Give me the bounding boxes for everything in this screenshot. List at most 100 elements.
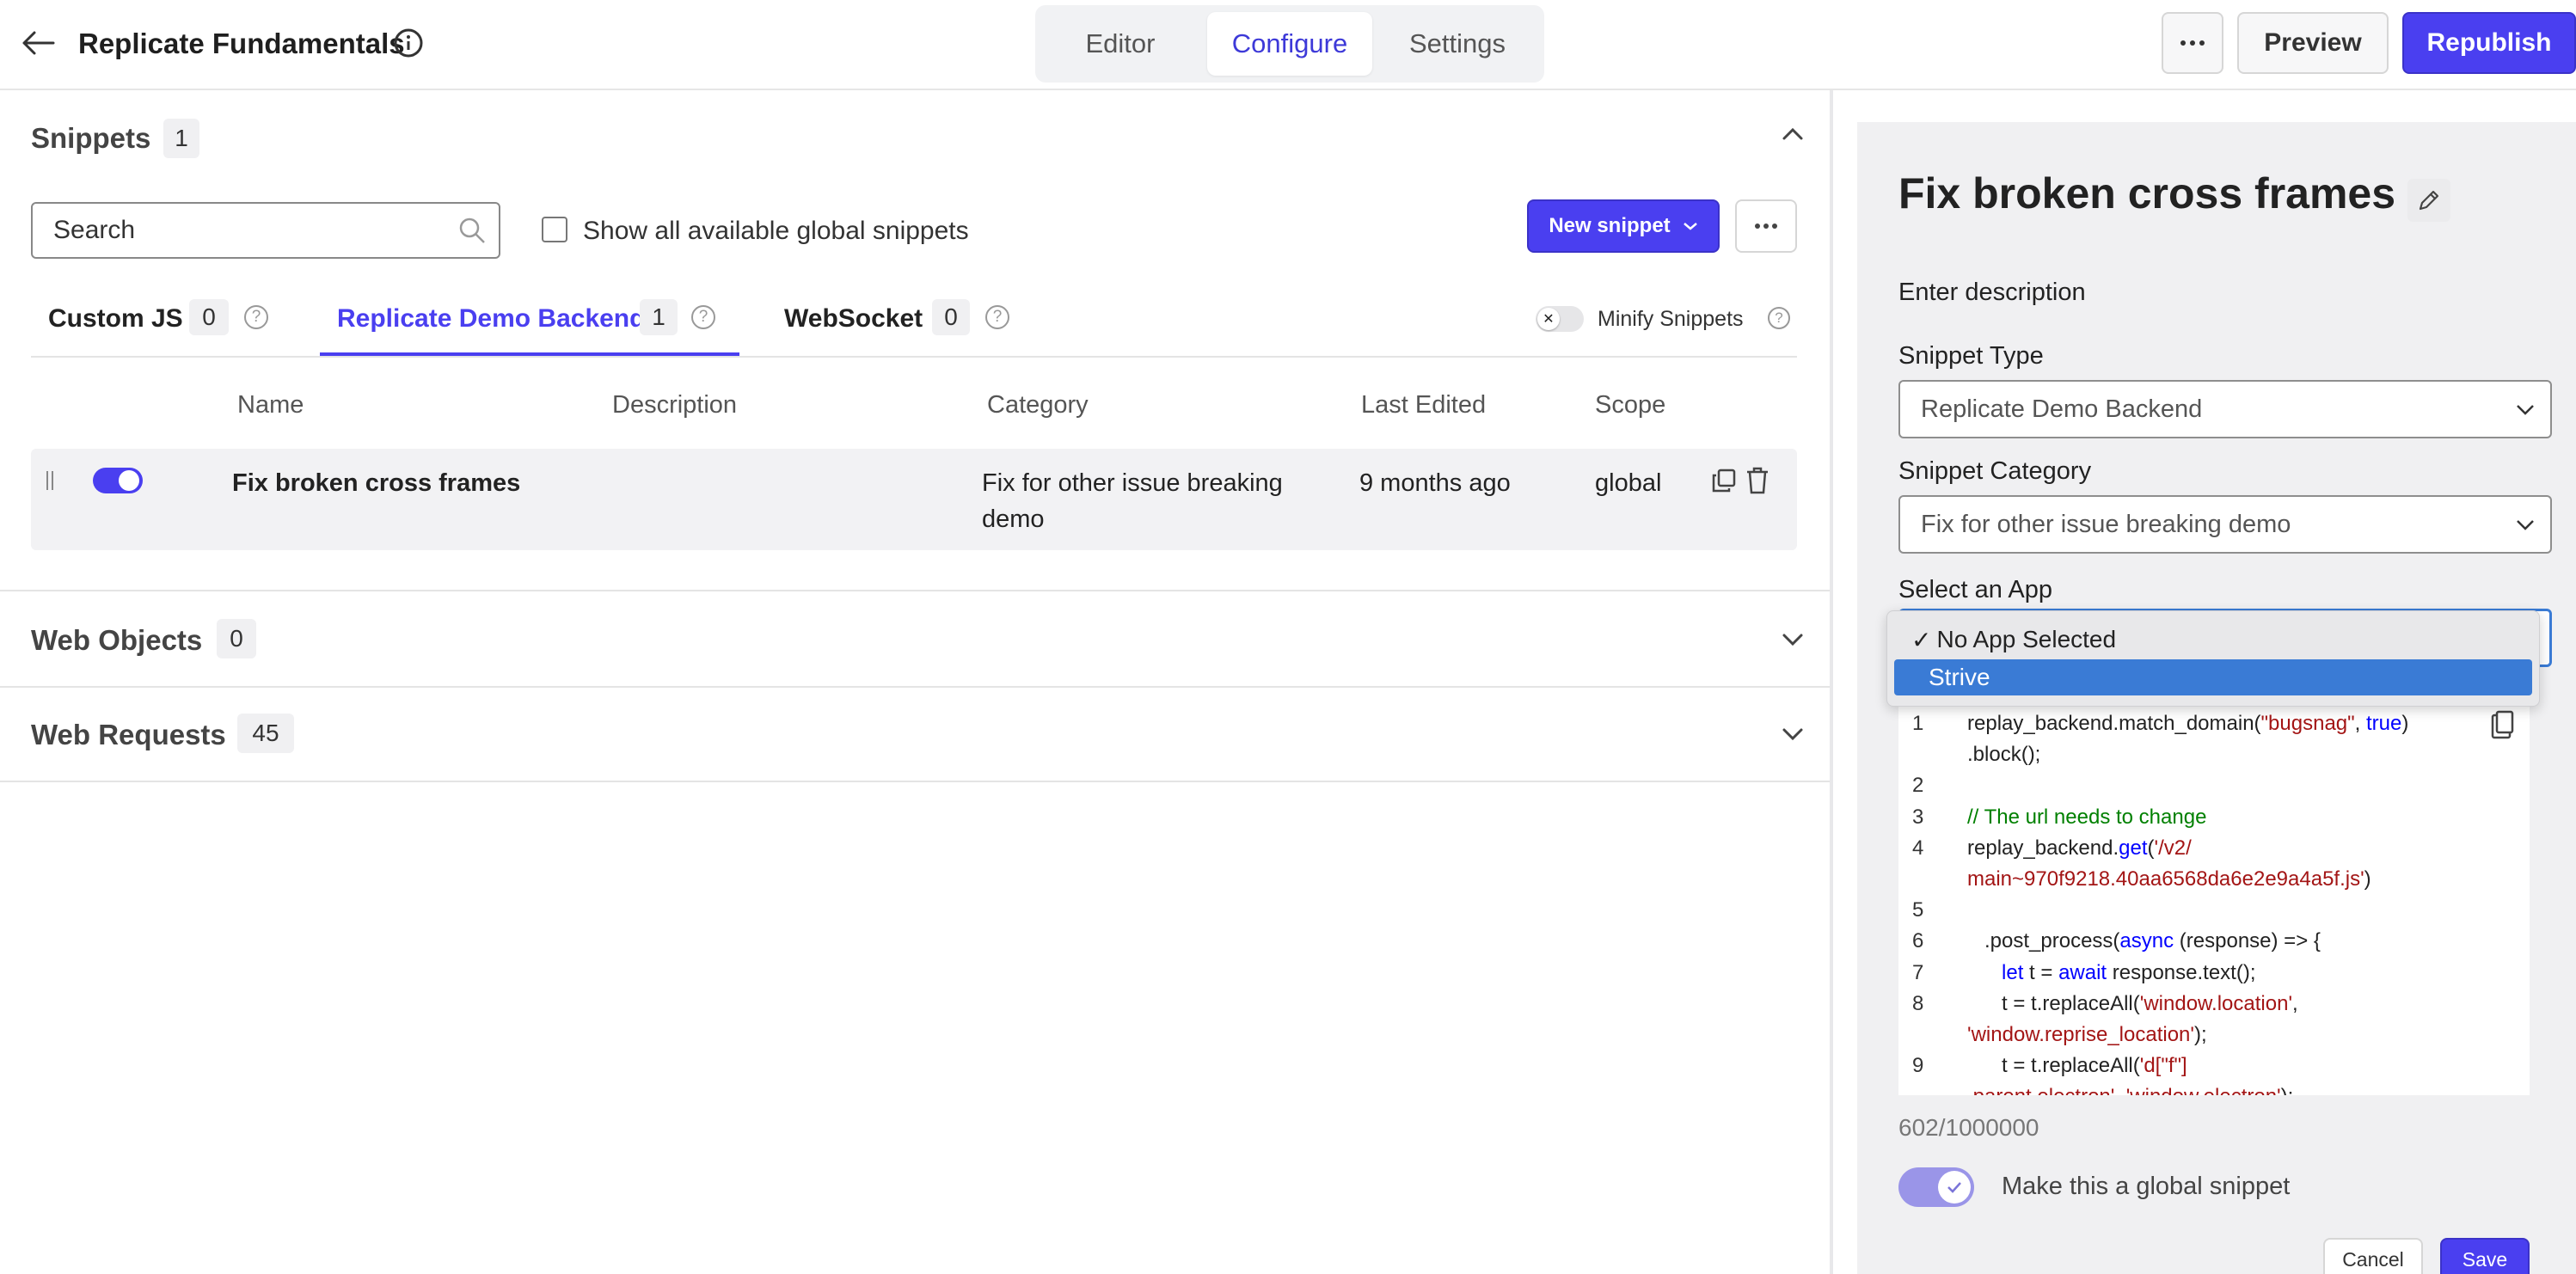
snippet-type-select[interactable]: Replicate Demo Backend <box>1898 380 2552 438</box>
description-input[interactable]: Enter description <box>1898 279 2086 307</box>
code-line: main~970f9218.40aa6568da6e2e9a4a5f.js') <box>1967 867 2371 891</box>
code-token: t = t.replaceAll( <box>1967 1054 2140 1078</box>
code-line-number: 6 <box>1912 929 1924 953</box>
save-button[interactable]: Save <box>2440 1238 2530 1274</box>
section-divider <box>0 781 1831 782</box>
help-icon[interactable]: ? <box>691 305 715 329</box>
code-line-number: 9 <box>1912 1054 1924 1078</box>
preview-button[interactable]: Preview <box>2237 12 2389 74</box>
select-app-label: Select an App <box>1898 576 2052 603</box>
global-toggle-label: Make this a global snippet <box>2002 1173 2291 1200</box>
chevron-up-icon[interactable] <box>1782 127 1804 141</box>
global-snippet-toggle[interactable] <box>1898 1167 1974 1207</box>
column-scope: Scope <box>1595 391 1666 419</box>
code-token: ); <box>2193 1023 2207 1046</box>
cancel-button[interactable]: Cancel <box>2323 1238 2423 1274</box>
code-line: .parent.electron', 'window.electron'); <box>1967 1085 2293 1095</box>
code-line-number: 7 <box>1912 960 1924 984</box>
tab-editor[interactable]: Editor <box>1049 12 1192 76</box>
code-token: .parent.electron' <box>1967 1085 2114 1095</box>
app-option-no-app[interactable]: ✓ No App Selected <box>1894 622 2532 658</box>
custom-js-count: 0 <box>189 299 229 335</box>
trash-icon[interactable] <box>1745 467 1769 494</box>
code-token: let <box>2002 960 2024 984</box>
tab-configure[interactable]: Configure <box>1207 12 1372 76</box>
clipboard-icon[interactable] <box>2490 710 2514 739</box>
code-token: response.text(); <box>2107 960 2256 984</box>
new-snippet-label: New snippet <box>1549 214 1671 237</box>
subtab-replicate-demo-backend[interactable]: Replicate Demo Backend <box>337 304 645 334</box>
snippets-more-button[interactable] <box>1735 199 1797 253</box>
code-line: replay_backend.get('/v2/ <box>1967 836 2192 861</box>
row-last-edited: 9 months ago <box>1359 469 1511 497</box>
section-divider <box>0 590 1831 591</box>
info-icon[interactable] <box>393 28 424 58</box>
republish-button[interactable]: Republish <box>2402 12 2576 74</box>
code-token: '/v2/ <box>2154 836 2192 860</box>
code-line: .block(); <box>1967 743 2040 767</box>
code-token: "bugsnag" <box>2260 712 2355 735</box>
column-last-edited: Last Edited <box>1361 391 1487 419</box>
code-token: ) <box>2364 867 2371 891</box>
snippet-title: Fix broken cross frames <box>1898 169 2396 217</box>
row-name: Fix broken cross frames <box>232 469 521 497</box>
code-token: await <box>2058 960 2107 984</box>
app-option-strive[interactable]: Strive <box>1894 659 2532 695</box>
web-requests-count: 45 <box>237 714 294 753</box>
column-description: Description <box>612 391 738 419</box>
search-icon <box>457 216 487 245</box>
help-icon[interactable]: ? <box>985 305 1009 329</box>
check-icon: ✓ <box>1911 626 1932 653</box>
minify-toggle[interactable]: ✕ <box>1536 306 1584 332</box>
web-requests-title: Web Requests <box>31 719 226 750</box>
row-category-line2: demo <box>982 505 1045 533</box>
chevron-down-icon[interactable] <box>1782 727 1804 741</box>
code-token: t = <box>2023 960 2059 984</box>
check-icon <box>1938 1171 1971 1204</box>
code-line: 'window.reprise_location'); <box>1967 1023 2207 1047</box>
show-global-checkbox[interactable] <box>542 217 567 242</box>
chevron-down-icon <box>2517 520 2534 530</box>
pencil-icon <box>2419 190 2439 211</box>
code-line-number: 1 <box>1912 712 1924 735</box>
app-dropdown-menu: ✓ No App Selected Strive <box>1886 610 2540 707</box>
drag-handle-icon[interactable] <box>45 469 55 492</box>
code-token: true <box>2366 712 2402 735</box>
show-global-label: Show all available global snippets <box>583 217 969 245</box>
code-line: // The url needs to change <box>1967 805 2206 830</box>
ellipsis-icon <box>2180 40 2205 46</box>
code-editor[interactable]: 1 replay_backend.match_domain("bugsnag", … <box>1898 703 2530 1095</box>
row-scope: global <box>1595 469 1662 497</box>
code-token: 'd["f"] <box>2139 1054 2187 1078</box>
code-token: get <box>2119 836 2148 860</box>
chevron-down-icon[interactable] <box>1782 633 1804 646</box>
snippet-enabled-toggle[interactable] <box>93 468 143 493</box>
search-placeholder: Search <box>53 216 136 244</box>
more-options-button[interactable] <box>2162 12 2223 74</box>
edit-title-button[interactable] <box>2407 179 2450 222</box>
code-token: 'window.electron' <box>2126 1085 2281 1095</box>
code-line-number: 3 <box>1912 805 1924 829</box>
code-line: t = t.replaceAll('d["f"] <box>1967 1054 2187 1078</box>
code-token: , <box>2292 991 2298 1015</box>
help-icon[interactable]: ? <box>1768 307 1790 329</box>
code-token: 'window.location' <box>2139 991 2293 1015</box>
snippet-category-select[interactable]: Fix for other issue breaking demo <box>1898 495 2552 554</box>
app-option-label: No App Selected <box>1936 626 2117 652</box>
subtab-custom-js[interactable]: Custom JS <box>48 304 183 334</box>
panel-divider <box>1830 90 1833 1274</box>
char-count: 602/1000000 <box>1898 1114 2039 1141</box>
help-icon[interactable]: ? <box>244 305 268 329</box>
snippet-search-input[interactable]: Search <box>31 202 500 259</box>
code-token: replay_backend. <box>1967 836 2119 860</box>
tab-settings[interactable]: Settings <box>1383 12 1532 76</box>
subtab-websocket[interactable]: WebSocket <box>784 304 923 334</box>
code-line-number: 8 <box>1912 991 1924 1015</box>
web-objects-count: 0 <box>217 619 256 658</box>
table-row[interactable] <box>31 449 1797 550</box>
arrow-left-icon[interactable] <box>19 26 57 60</box>
row-category-line1: Fix for other issue breaking <box>982 469 1283 497</box>
copy-icon[interactable] <box>1711 468 1737 493</box>
new-snippet-button[interactable]: New snippet <box>1527 199 1720 253</box>
